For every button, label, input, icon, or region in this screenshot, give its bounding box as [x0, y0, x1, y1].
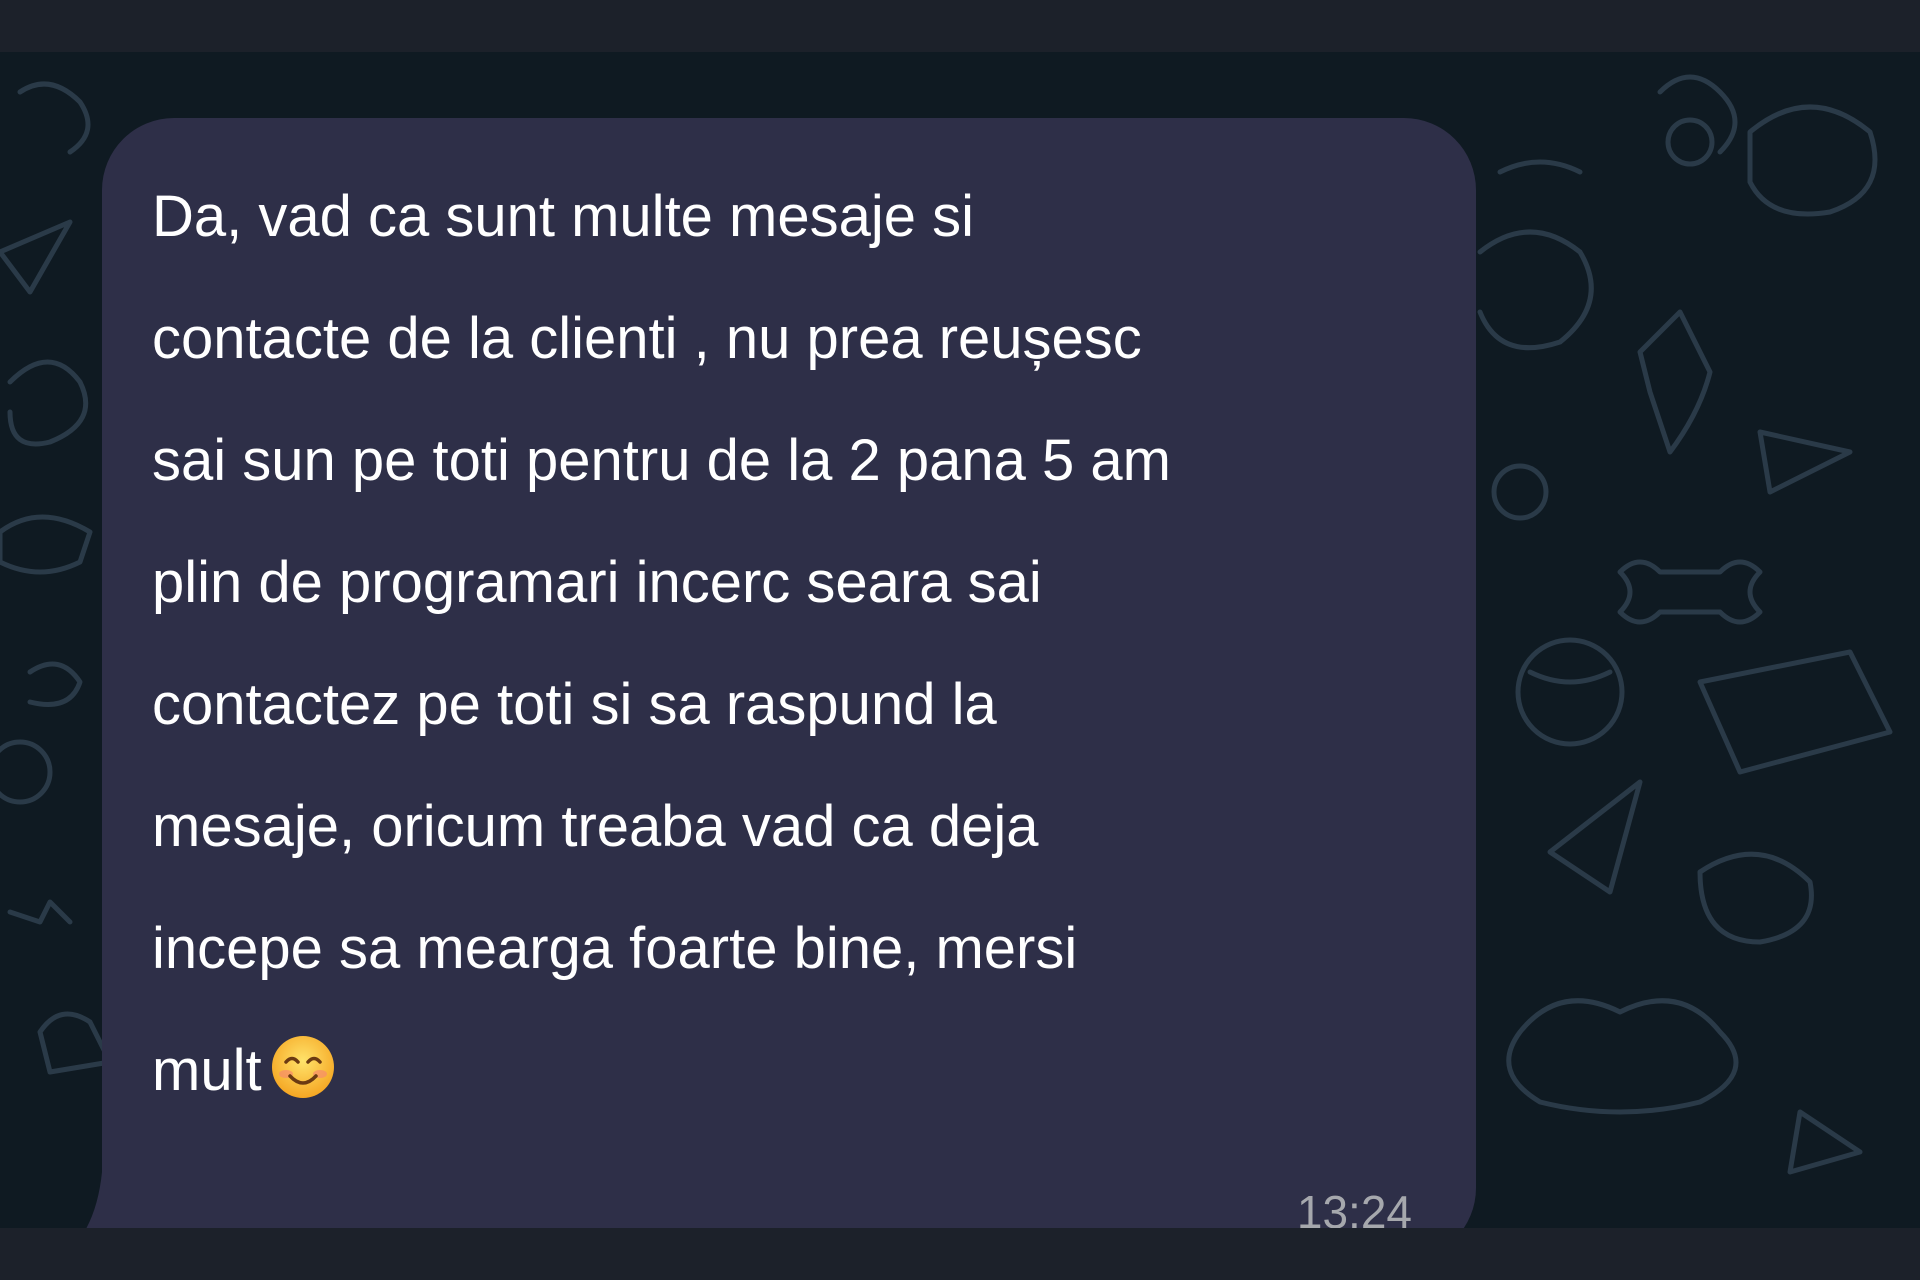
message-line: Da, vad ca sunt multe mesaje si	[152, 184, 975, 249]
bottom-bar	[0, 1228, 1920, 1280]
message-line: plin de programari incerc seara sai	[152, 550, 1042, 615]
top-bar	[0, 0, 1920, 52]
smiling-face-icon	[271, 1036, 334, 1098]
message-text: Da, vad ca sunt multe mesaje si contacte…	[152, 156, 1412, 1132]
message-line: contactez pe toti si sa raspund la	[152, 672, 997, 737]
chat-area: Da, vad ca sunt multe mesaje si contacte…	[0, 52, 1920, 1228]
message-line: mesaje, oricum treaba vad ca deja	[152, 794, 1039, 859]
message-line: mult	[152, 1038, 262, 1103]
message-line: contacte de la clienti , nu prea reușesc	[152, 306, 1142, 371]
message-line: incepe sa mearga foarte bine, mersi	[152, 916, 1078, 981]
message-line: sai sun pe toti pentru de la 2 pana 5 am	[152, 428, 1171, 493]
message-timestamp: 13:24	[1296, 1186, 1412, 1228]
